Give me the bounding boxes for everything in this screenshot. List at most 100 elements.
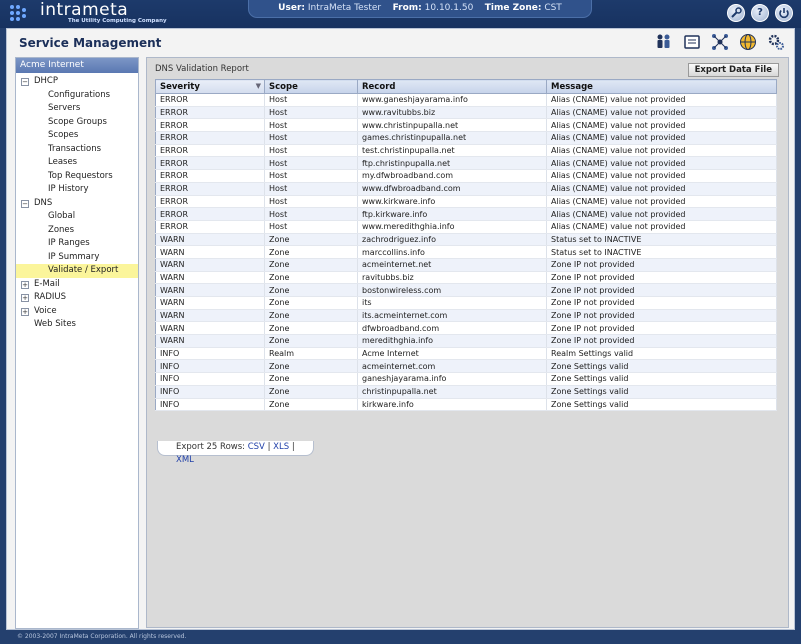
record-cell: www.christinpupalla.net: [357, 118, 547, 133]
table-row[interactable]: ERROR Host my.dfwbroadband.com Alias (CNAME…: [155, 169, 777, 183]
export-data-file-button[interactable]: Export Data File: [687, 63, 779, 77]
session-info: User: IntraMeta Tester From: 10.10.1.50 …: [248, 0, 592, 18]
page-title: Service Management: [19, 36, 162, 50]
export-xml-link[interactable]: XML: [176, 455, 194, 465]
expand-icon[interactable]: +: [21, 280, 29, 289]
users-icon[interactable]: [653, 31, 674, 52]
scope-cell: Zone: [264, 283, 358, 297]
scope-cell: Host: [264, 106, 358, 120]
severity-cell: WARN: [155, 334, 265, 348]
sidebar-item-radius[interactable]: + RADIUS: [16, 291, 138, 305]
severity-cell: WARN: [155, 271, 265, 285]
table-row[interactable]: ERROR Host www.ravitubbs.biz Alias (CNAME) …: [155, 106, 777, 120]
column-header-record[interactable]: Record: [357, 79, 547, 94]
table-row[interactable]: ERROR Host www.kirkware.info Alias (CNAME) …: [155, 195, 777, 209]
sidebar-item-label: Leases: [48, 157, 78, 167]
severity-cell: ERROR: [155, 93, 265, 107]
expand-icon[interactable]: +: [21, 307, 29, 316]
column-header-severity[interactable]: Severity ▼: [155, 79, 265, 94]
scope-cell: Host: [264, 207, 358, 221]
record-cell: ravitubbs.biz: [357, 271, 547, 285]
top-icons: ?: [727, 4, 793, 22]
table-row[interactable]: ERROR Host games.christinpupalla.net Alias …: [155, 131, 777, 145]
sidebar-item-scopes[interactable]: Scopes: [16, 129, 138, 143]
scope-cell: Host: [264, 118, 358, 133]
severity-cell: WARN: [155, 309, 265, 323]
table-row[interactable]: INFO Realm Acme Internet Realm Settings val…: [155, 347, 777, 361]
sidebar-item-label: IP History: [48, 184, 89, 194]
sidebar-item-ip-history[interactable]: IP History: [16, 183, 138, 197]
sidebar-item-zones[interactable]: Zones: [16, 224, 138, 238]
table-row[interactable]: WARN Zone ravitubbs.biz Zone IP not provide…: [155, 271, 777, 285]
device-icon[interactable]: [681, 31, 702, 52]
sidebar-item-top-requestors[interactable]: Top Requestors: [16, 170, 138, 184]
globe-icon[interactable]: [737, 31, 758, 52]
table-row[interactable]: INFO Zone ganeshjayarama.info Zone Settings…: [155, 372, 777, 386]
table-row[interactable]: WARN Zone its Zone IP not provided: [155, 296, 777, 310]
table-row[interactable]: WARN Zone zachrodriguez.info Status set to …: [155, 233, 777, 247]
message-cell: Zone IP not provided: [546, 309, 777, 323]
sidebar-item-dns[interactable]: − DNS: [16, 197, 138, 211]
collapse-icon[interactable]: −: [21, 199, 29, 208]
network-icon[interactable]: [709, 31, 730, 52]
record-cell: www.kirkware.info: [357, 195, 547, 209]
sidebar-item-dhcp[interactable]: − DHCP: [16, 75, 138, 89]
severity-cell: INFO: [155, 398, 265, 412]
record-cell: www.ganeshjayarama.info: [357, 93, 547, 107]
scope-cell: Zone: [264, 233, 358, 247]
sidebar-item-servers[interactable]: Servers: [16, 102, 138, 116]
sidebar-item-configurations[interactable]: Configurations: [16, 89, 138, 103]
record-cell: bostonwireless.com: [357, 283, 547, 297]
sidebar-item-web-sites[interactable]: Web Sites: [16, 318, 138, 332]
severity-cell: ERROR: [155, 220, 265, 234]
table-row[interactable]: WARN Zone marccollins.info Status set to IN…: [155, 245, 777, 259]
from-label: From:: [392, 3, 422, 13]
severity-cell: ERROR: [155, 106, 265, 120]
table-row[interactable]: ERROR Host www.dfwbroadband.com Alias (CNAM…: [155, 182, 777, 196]
record-cell: ftp.christinpupalla.net: [357, 156, 547, 171]
sidebar-item-label: Global: [48, 211, 76, 221]
power-icon[interactable]: [775, 4, 793, 22]
table-row[interactable]: ERROR Host www.christinpupalla.net Alias (C…: [155, 118, 777, 133]
wrench-icon[interactable]: [727, 4, 745, 22]
table-row[interactable]: WARN Zone dfwbroadband.com Zone IP not prov…: [155, 321, 777, 336]
table-row[interactable]: INFO Zone christinpupalla.net Zone Settings…: [155, 385, 777, 399]
message-cell: Alias (CNAME) value not provided: [546, 118, 777, 133]
table-row[interactable]: INFO Zone kirkware.info Zone Settings valid: [155, 398, 777, 412]
table-row[interactable]: ERROR Host www.meredithghia.info Alias (CNA…: [155, 220, 777, 234]
table-row[interactable]: WARN Zone acmeinternet.net Zone IP not prov…: [155, 258, 777, 272]
help-icon[interactable]: ?: [751, 4, 769, 22]
table-row[interactable]: WARN Zone bostonwireless.com Zone IP not pr…: [155, 283, 777, 297]
sidebar-item-validate-export[interactable]: Validate / Export: [16, 264, 138, 278]
table-row[interactable]: INFO Zone acmeinternet.com Zone Settings va…: [155, 359, 777, 374]
table-row[interactable]: ERROR Host test.christinpupalla.net Alias (…: [155, 144, 777, 158]
message-cell: Alias (CNAME) value not provided: [546, 207, 777, 221]
expand-icon[interactable]: +: [21, 294, 29, 302]
record-cell: www.dfwbroadband.com: [357, 182, 547, 196]
sidebar-item-e-mail[interactable]: + E-Mail: [16, 278, 138, 292]
table-row[interactable]: ERROR Host www.ganeshjayarama.info Alias (C…: [155, 93, 777, 107]
sidebar-item-leases[interactable]: Leases: [16, 156, 138, 170]
table-row[interactable]: ERROR Host ftp.kirkware.info Alias (CNAME) …: [155, 207, 777, 221]
record-cell: www.ravitubbs.biz: [357, 106, 547, 120]
column-header-scope[interactable]: Scope: [264, 79, 358, 94]
sidebar-item-global[interactable]: Global: [16, 210, 138, 224]
sidebar-item-scope-groups[interactable]: Scope Groups: [16, 116, 138, 130]
export-rows-bar: Export 25 Rows: CSV | XLS | XML: [157, 441, 314, 465]
record-cell: ganeshjayarama.info: [357, 372, 547, 386]
collapse-icon[interactable]: −: [21, 78, 29, 86]
table-row[interactable]: WARN Zone meredithghia.info Zone IP not pro…: [155, 334, 777, 348]
severity-cell: INFO: [155, 359, 265, 374]
column-header-message[interactable]: Message: [546, 79, 777, 94]
export-xls-link[interactable]: XLS: [273, 442, 289, 452]
sidebar-item-ip-summary[interactable]: IP Summary: [16, 251, 138, 265]
sidebar-item-voice[interactable]: + Voice: [16, 305, 138, 319]
table-row[interactable]: ERROR Host ftp.christinpupalla.net Alias (C…: [155, 156, 777, 171]
table-row[interactable]: WARN Zone its.acmeinternet.com Zone IP not …: [155, 309, 777, 323]
sidebar-item-ip-ranges[interactable]: IP Ranges: [16, 237, 138, 251]
gears-icon[interactable]: [765, 31, 786, 52]
sidebar-item-transactions[interactable]: Transactions: [16, 143, 138, 157]
export-csv-link[interactable]: CSV: [248, 442, 265, 452]
severity-cell: WARN: [155, 296, 265, 310]
sidebar-header[interactable]: Acme Internet: [16, 58, 138, 73]
